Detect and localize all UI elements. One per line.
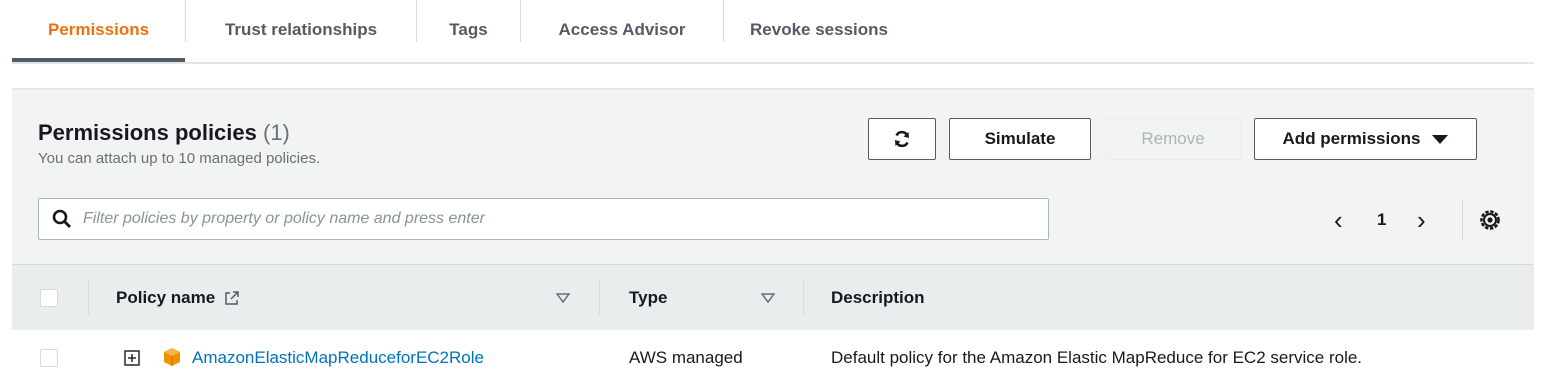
expand-plus-icon[interactable] [124,350,140,366]
column-header-policy-name[interactable]: Policy name [116,265,241,331]
panel-subtitle: You can attach up to 10 managed policies… [38,150,321,167]
search-icon [52,209,72,229]
sort-caret-icon[interactable] [761,293,775,303]
tab-access-advisor[interactable]: Access Advisor [521,0,723,60]
previous-page-button[interactable]: ‹ [1334,202,1343,238]
column-separator [88,281,89,315]
row-checkbox[interactable] [40,349,58,367]
table-row: AmazonElasticMapReduceforEC2Role AWS man… [12,330,1534,386]
column-header-type[interactable]: Type [629,265,667,331]
policy-name-link[interactable]: AmazonElasticMapReduceforEC2Role [192,330,484,386]
tab-tags[interactable]: Tags [417,0,520,60]
pager-separator [1462,200,1463,240]
sort-caret-icon[interactable] [556,293,570,303]
permissions-policies-panel: Permissions policies (1) You can attach … [12,88,1534,386]
select-all-checkbox[interactable] [40,289,58,307]
column-header-description[interactable]: Description [831,265,925,331]
tab-permissions[interactable]: Permissions [12,0,185,62]
refresh-button[interactable] [868,118,936,160]
current-page-number[interactable]: 1 [1377,202,1386,238]
add-permissions-button[interactable]: Add permissions [1254,118,1477,160]
tab-revoke-sessions[interactable]: Revoke sessions [724,0,914,60]
simulate-button[interactable]: Simulate [949,118,1091,160]
remove-button[interactable]: Remove [1105,118,1241,160]
page-title: Permissions policies (1) [38,120,320,146]
tab-trust-relationships[interactable]: Trust relationships [186,0,416,60]
filter-search[interactable] [38,198,1049,240]
panel-title: Permissions policies [38,120,257,145]
refresh-icon [895,130,909,148]
column-separator [803,281,804,315]
column-separator [599,281,600,315]
policy-name-header-label: Policy name [116,288,216,307]
add-permissions-label: Add permissions [1282,129,1421,148]
table-header: Policy name Type Description [12,264,1534,331]
panel-header: Permissions policies (1) You can attach … [38,120,320,167]
search-input[interactable] [81,209,1048,229]
policy-description: Default policy for the Amazon Elastic Ma… [831,348,1363,367]
settings-gear-icon[interactable] [1478,208,1502,232]
policy-type: AWS managed [629,348,743,367]
managed-policy-cube-icon [164,348,180,366]
tab-bar: Permissions Trust relationships Tags Acc… [12,0,1534,64]
external-link-icon [225,291,239,305]
next-page-button[interactable]: › [1417,202,1426,238]
caret-down-icon [1432,134,1449,144]
policy-count: (1) [263,120,290,145]
